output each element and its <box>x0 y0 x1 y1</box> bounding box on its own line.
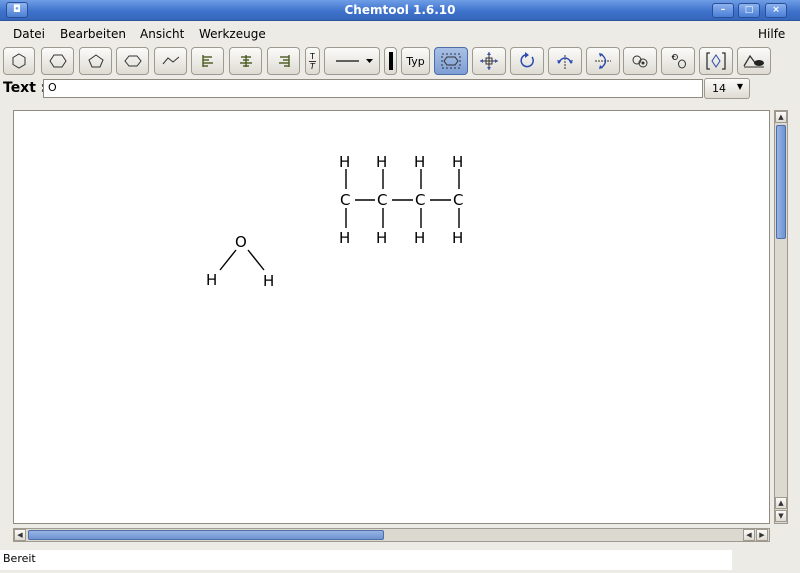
flip-vertical-button[interactable] <box>548 47 582 75</box>
atom-label[interactable]: C <box>377 191 387 209</box>
chevron-down-icon: ▼ <box>736 82 743 91</box>
menu-bar: Datei Bearbeiten Ansicht Werkzeuge Hilfe <box>0 21 800 45</box>
horizontal-scroll-thumb[interactable] <box>28 530 384 540</box>
align-right-icon <box>278 55 290 67</box>
pentagon-tool-icon <box>87 54 104 68</box>
flip-horizontal-button[interactable] <box>586 47 620 75</box>
scroll-left-icon[interactable]: ◀ <box>743 529 755 541</box>
align-right-button[interactable] <box>267 47 300 75</box>
zigzag-chain-tool-button[interactable] <box>154 47 187 75</box>
vertical-scroll-thumb[interactable] <box>776 125 786 239</box>
title-bar: ◘ Chemtool 1.6.10 – □ × <box>0 0 800 21</box>
menu-hilfe[interactable]: Hilfe <box>758 27 785 41</box>
octagon-tool-icon <box>123 55 142 67</box>
svg-text:+: + <box>671 54 676 61</box>
clear-icon <box>743 54 764 68</box>
scroll-up-icon[interactable]: ▲ <box>775 497 787 509</box>
text-entry-row: Text : O 14 ▼ <box>0 78 800 100</box>
status-bar: Bereit <box>0 550 732 570</box>
atom-label[interactable]: H <box>339 229 350 247</box>
bond-line-icon <box>336 59 373 63</box>
menu-datei[interactable]: Datei <box>13 27 45 41</box>
vertical-scrollbar[interactable]: ▲ ▲ ▼ <box>774 110 788 524</box>
zigzag-chain-tool-icon <box>162 56 179 65</box>
atom-link-alt-button[interactable]: + <box>661 47 695 75</box>
hexagon-rotated-tool-button[interactable] <box>41 47 74 75</box>
menu-bearbeiten[interactable]: Bearbeiten <box>60 27 126 41</box>
text-sub-label: T <box>310 61 315 71</box>
atom-link-button[interactable] <box>623 47 657 75</box>
bond-style-select[interactable] <box>324 47 380 75</box>
bond-width-icon <box>388 52 393 70</box>
bracket-button[interactable] <box>699 47 733 75</box>
flip-horizontal-icon <box>595 53 611 69</box>
toolbar: T T Typ + <box>0 45 800 77</box>
move-icon <box>480 52 498 70</box>
atom-label[interactable]: H <box>414 229 425 247</box>
rotate-icon <box>520 52 534 68</box>
rotate-button[interactable] <box>510 47 544 75</box>
maximize-icon[interactable]: □ <box>738 3 760 18</box>
align-center-icon <box>239 55 252 67</box>
octagon-tool-button[interactable] <box>116 47 149 75</box>
type-button[interactable]: Typ <box>401 47 430 75</box>
scroll-left-icon[interactable]: ◀ <box>14 529 26 541</box>
atom-label[interactable]: C <box>340 191 350 209</box>
atom-label[interactable]: H <box>339 153 350 171</box>
select-region-button[interactable] <box>434 47 468 75</box>
text-label: Text : <box>3 80 47 96</box>
text-super-label: T <box>310 51 315 61</box>
atom-label[interactable]: H <box>452 229 463 247</box>
atom-link-icon <box>632 55 648 68</box>
align-left-icon <box>201 55 213 67</box>
bracket-icon <box>706 52 726 70</box>
bond-line <box>219 249 237 271</box>
status-text: Bereit <box>3 552 36 565</box>
text-sub-super-button[interactable]: T T <box>305 47 320 75</box>
font-size-select[interactable]: 14 ▼ <box>704 78 750 99</box>
clear-button[interactable] <box>737 47 771 75</box>
bond-lines <box>219 169 460 271</box>
scroll-down-icon[interactable]: ▼ <box>775 510 787 522</box>
minimize-icon[interactable]: – <box>712 3 734 18</box>
hexagon-tool-button[interactable] <box>3 47 35 75</box>
close-icon[interactable]: × <box>765 3 787 18</box>
bond-width-button[interactable] <box>384 47 397 75</box>
atom-label[interactable]: H <box>206 271 217 289</box>
hexagon-tool-icon <box>12 53 26 69</box>
menu-werkzeuge[interactable]: Werkzeuge <box>199 27 266 41</box>
atom-label[interactable]: C <box>453 191 463 209</box>
pentagon-tool-button[interactable] <box>79 47 112 75</box>
text-input[interactable]: O <box>43 79 703 98</box>
atom-label[interactable]: H <box>263 272 274 290</box>
move-button[interactable] <box>472 47 506 75</box>
scroll-right-icon[interactable]: ▶ <box>756 529 768 541</box>
atom-link-alt-icon: + <box>671 54 686 69</box>
bond-line <box>247 249 265 271</box>
atom-label[interactable]: H <box>376 153 387 171</box>
atom-label[interactable]: H <box>376 229 387 247</box>
drawing-canvas[interactable]: H H H H C C C C H H H H O H H <box>13 110 770 524</box>
menu-ansicht[interactable]: Ansicht <box>140 27 184 41</box>
atom-label[interactable]: C <box>415 191 425 209</box>
atom-label[interactable]: H <box>452 153 463 171</box>
window-title: Chemtool 1.6.10 <box>344 3 456 17</box>
flip-vertical-icon <box>557 55 573 69</box>
select-region-icon <box>441 53 461 69</box>
atom-label[interactable]: O <box>235 233 247 251</box>
align-center-button[interactable] <box>229 47 262 75</box>
align-left-button[interactable] <box>191 47 224 75</box>
horizontal-scrollbar[interactable]: ◀ ◀ ▶ <box>13 528 770 542</box>
hexagon-rotated-tool-icon <box>48 54 67 68</box>
scroll-up-icon[interactable]: ▲ <box>775 111 787 123</box>
atom-label[interactable]: H <box>414 153 425 171</box>
font-size-value: 14 <box>712 82 726 95</box>
